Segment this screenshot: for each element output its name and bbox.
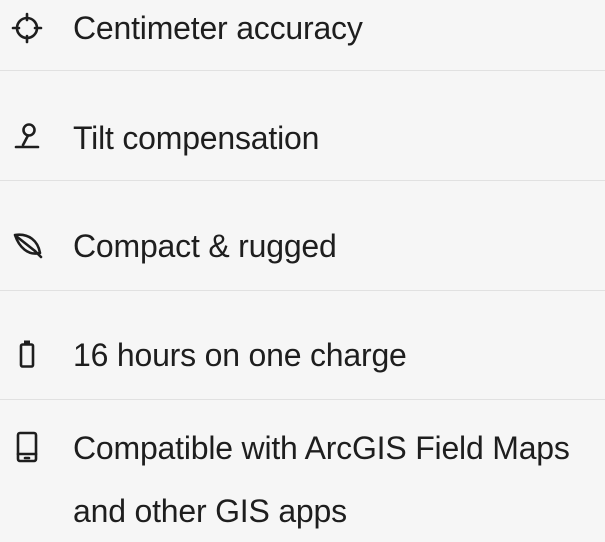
feature-label: Compact & rugged [73,228,337,264]
leaf-icon [11,229,43,261]
feature-label-line2: and other GIS apps [73,493,347,529]
feature-label: Tilt compensation [73,120,320,156]
feature-battery-life: 16 hours on one charge [0,291,605,399]
feature-label-line1: Compatible with ArcGIS Field Maps [73,430,570,466]
battery-icon [11,338,43,370]
feature-compact-rugged: Compact & rugged [0,181,605,290]
crosshair-icon [11,12,43,44]
feature-list: Centimeter accuracy Tilt compensation Co… [0,0,605,529]
feature-gis-compatibility: Compatible with ArcGIS Field Maps and ot… [0,400,605,529]
feature-label: Centimeter accuracy [73,10,363,46]
feature-centimeter-accuracy: Centimeter accuracy [0,0,605,70]
mobile-phone-icon [11,431,43,463]
tilt-pole-icon [11,121,43,153]
feature-tilt-compensation: Tilt compensation [0,71,605,180]
feature-label: 16 hours on one charge [73,337,407,373]
